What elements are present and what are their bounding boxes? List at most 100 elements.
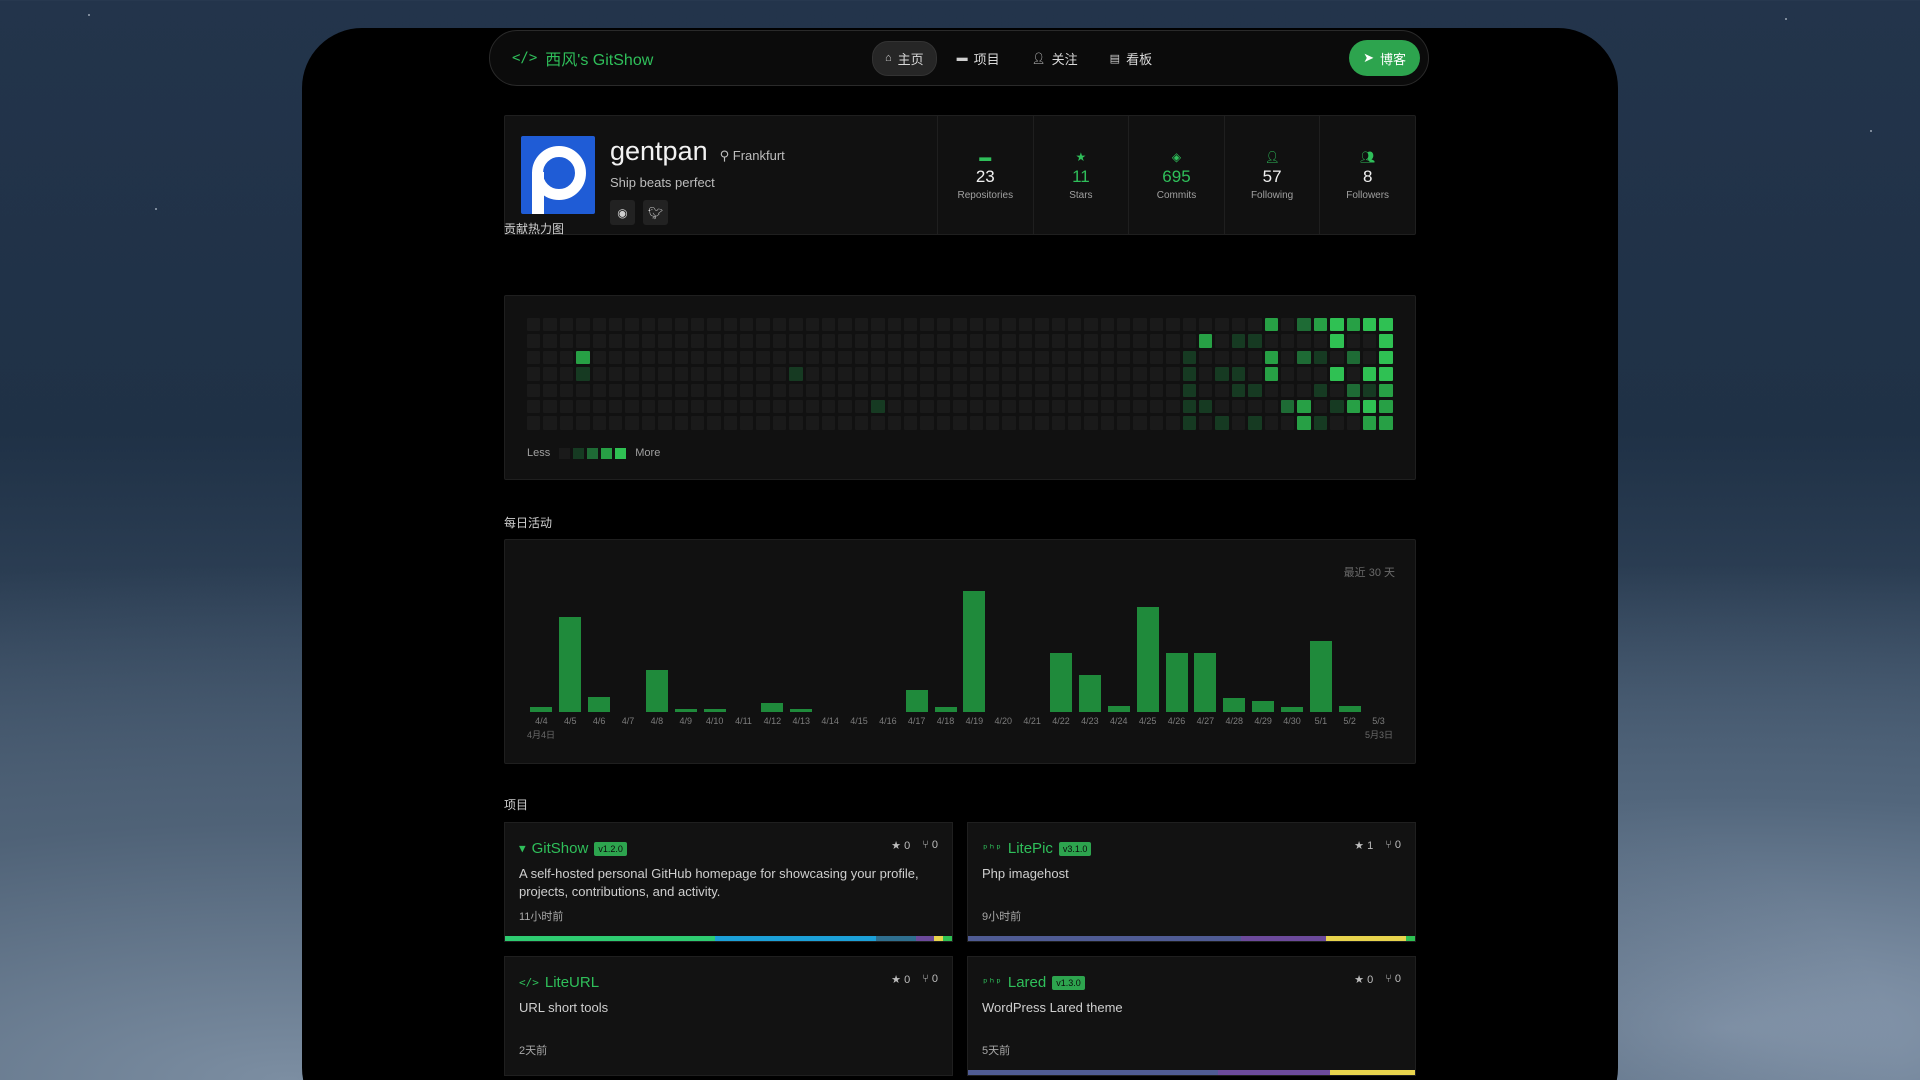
language-segment — [943, 936, 952, 941]
heatmap-cell — [822, 399, 836, 414]
stat-commits[interactable]: ◈ 695 Commits — [1128, 116, 1224, 234]
heatmap-cell — [1264, 416, 1278, 430]
heatmap-cell — [969, 367, 983, 381]
legend-less: Less — [527, 447, 551, 459]
stat-following[interactable]: 👤︎ 57 Following — [1223, 116, 1320, 234]
x-tick-label: 4/29 — [1254, 716, 1272, 726]
nav-home[interactable]: ⌂ 主页 — [872, 40, 937, 76]
heatmap-cell — [740, 318, 754, 332]
project-card[interactable]: ᵖʰᵖ LitePic v3.1.0 ★ 1 ⑂ 0 Php imagehost… — [967, 822, 1416, 942]
x-tick-label: 4/14 — [821, 716, 839, 726]
heatmap-cell — [789, 350, 803, 365]
heatmap-cell — [592, 350, 606, 365]
filter-icon: ▼ — [519, 842, 526, 855]
heatmap-cell — [1117, 399, 1131, 414]
activity-bar — [703, 708, 726, 712]
heatmap-cell — [1313, 367, 1328, 381]
fork-icon: ⑂ — [922, 973, 932, 985]
language-bar — [968, 1070, 1415, 1075]
heatmap-cell — [1182, 416, 1197, 430]
language-segment — [916, 936, 935, 941]
x-tick-label: 5/2 — [1343, 716, 1356, 726]
heatmap-cell — [1330, 334, 1344, 348]
star-dot — [1870, 130, 1872, 132]
project-name[interactable]: LitePic — [1008, 840, 1053, 857]
nav-dashboard[interactable]: ▤ 看板 — [1098, 42, 1164, 75]
project-card[interactable]: ᵖʰᵖ Lared v1.3.0 ★ 0 ⑂ 0 WordPress Lared… — [967, 956, 1416, 1076]
heatmap-cell — [559, 350, 574, 365]
heatmap-cell — [1280, 350, 1295, 365]
heatmap-cell — [674, 399, 688, 414]
nav-projects[interactable]: ▬ 项目 — [945, 42, 1012, 75]
forks-count: ⑂ 0 — [1385, 973, 1401, 985]
heatmap-cell — [1330, 350, 1344, 365]
activity-bar — [905, 690, 928, 712]
contribution-heatmap: Less More — [504, 295, 1416, 480]
heatmap-cell — [887, 416, 901, 430]
project-name[interactable]: LiteURL — [545, 974, 599, 991]
heatmap-cell — [658, 399, 672, 414]
stat-followers[interactable]: 👥︎ 8 Followers — [1319, 116, 1415, 234]
heatmap-cell — [1313, 350, 1328, 365]
users-icon: 👥︎ — [1360, 149, 1376, 164]
heatmap-cell — [543, 318, 557, 332]
stat-repositories[interactable]: ▬ 23 Repositories — [937, 116, 1033, 234]
heatmap-cell — [1149, 399, 1164, 414]
heatmap-cell — [871, 334, 885, 348]
project-card[interactable]: </> LiteURL ★ 0 ⑂ 0 URL short tools 2天前 — [504, 956, 953, 1076]
heatmap-cell — [1215, 334, 1229, 348]
bio: Ship beats perfect — [610, 175, 715, 190]
heatmap-cell — [1100, 416, 1115, 430]
heatmap-cell — [789, 416, 803, 430]
heatmap-cell — [756, 416, 770, 430]
github-icon[interactable]: ◉ — [610, 200, 635, 225]
heatmap-cell — [1117, 318, 1131, 332]
avatar — [521, 136, 595, 214]
activity-bar — [1050, 653, 1073, 712]
heatmap-cell — [854, 350, 869, 365]
heatmap-cell — [1002, 383, 1016, 397]
heatmap-cell — [592, 334, 606, 348]
project-name[interactable]: Lared — [1008, 974, 1046, 991]
heatmap-cell — [1166, 383, 1180, 397]
heatmap-cell — [723, 334, 738, 348]
heatmap-cell — [1379, 334, 1393, 348]
heatmap-cell — [887, 350, 901, 365]
project-name[interactable]: GitShow — [532, 840, 589, 857]
project-description: A self-hosted personal GitHub homepage f… — [519, 866, 919, 900]
legend-swatch — [559, 447, 571, 459]
legend-swatch — [587, 447, 599, 459]
app-screen: </> 西风's GitShow ⌂ 主页 ▬ 项目 👤︎ 关注 ▤ 看板 ➤ … — [302, 28, 1618, 1080]
activity-bar — [1107, 705, 1130, 712]
twitter-icon[interactable]: 🐦︎ — [643, 200, 668, 225]
heatmap-cell — [772, 350, 787, 365]
heatmap-cell — [1280, 416, 1295, 430]
heatmap-cell — [625, 350, 639, 365]
heatmap-cell — [1280, 383, 1295, 397]
heatmap-cell — [690, 416, 705, 430]
stat-label: Following — [1250, 189, 1294, 201]
nav-dashboard-label: 看板 — [1126, 51, 1153, 67]
nav-following[interactable]: 👤︎ 关注 — [1020, 42, 1090, 75]
heatmap-cell — [1199, 367, 1213, 381]
heatmap-cell — [641, 318, 656, 332]
heatmap-cell — [1149, 416, 1164, 430]
heatmap-cell — [1166, 318, 1180, 332]
heatmap-cell — [674, 350, 688, 365]
heatmap-cell — [822, 318, 836, 332]
brand-link[interactable]: </> 西风's GitShow — [512, 46, 653, 70]
heatmap-cell — [1182, 367, 1197, 381]
heatmap-cell — [756, 383, 770, 397]
heatmap-cell — [1215, 383, 1229, 397]
heatmap-cell — [608, 399, 623, 414]
heatmap-cell — [805, 350, 820, 365]
project-card[interactable]: ▼ GitShow v1.2.0 ★ 0 ⑂ 0 A self-hosted p… — [504, 822, 953, 942]
heatmap-cell — [1084, 334, 1098, 348]
heatmap-cell — [658, 383, 672, 397]
blog-button[interactable]: ➤ 博客 — [1349, 40, 1420, 76]
stat-stars[interactable]: ★ 11 Stars — [1032, 116, 1129, 234]
heatmap-cell — [838, 416, 852, 430]
x-tick-label: 4/28 — [1225, 716, 1243, 726]
stat-value: 23 — [975, 166, 995, 186]
heatmap-cell — [969, 383, 983, 397]
